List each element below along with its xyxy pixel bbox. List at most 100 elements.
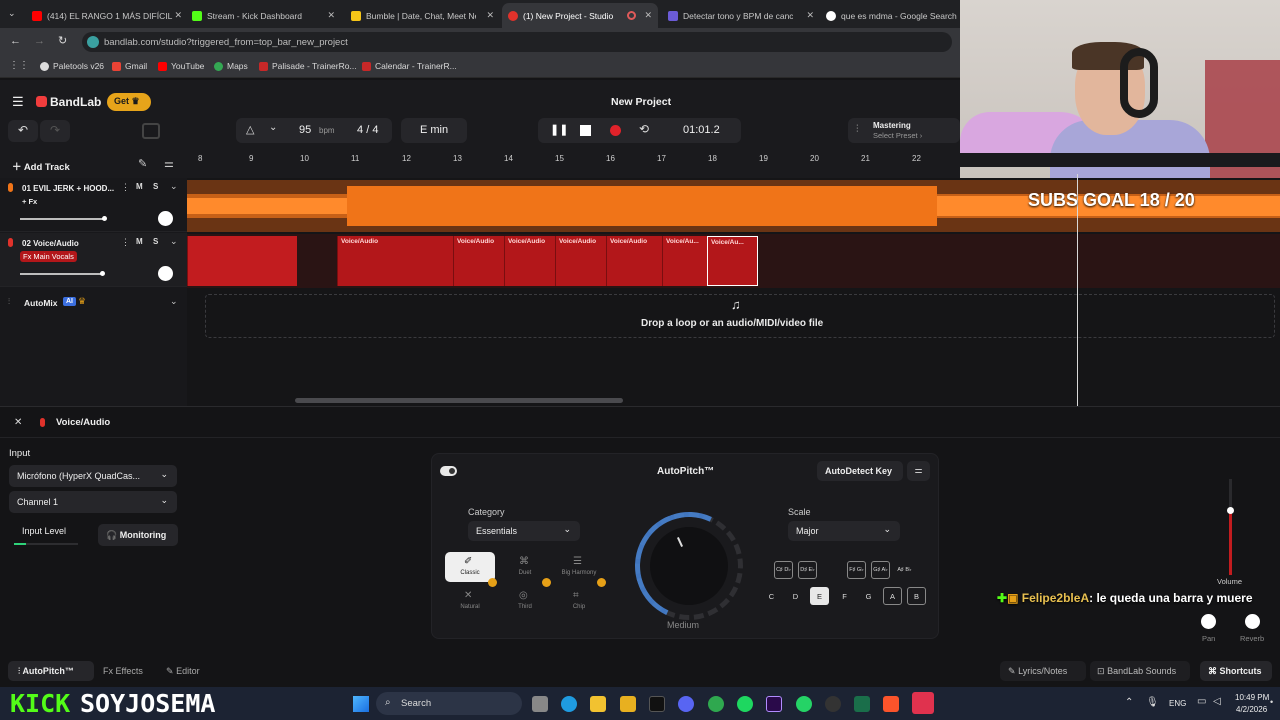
fx-button[interactable]: + Fx xyxy=(22,197,37,206)
project-title[interactable]: New Project xyxy=(611,96,671,108)
key-a[interactable]: A xyxy=(883,587,902,605)
arrangement-view[interactable]: Voice/Audio Voice/Audio Voice/Audio Voic… xyxy=(187,174,1280,406)
menu-icon[interactable]: ☰ xyxy=(12,94,24,110)
tab-editor[interactable]: ✎ Editor xyxy=(166,666,200,677)
key-c-sharp[interactable]: C♯ D♭ xyxy=(774,561,793,579)
voice-clip[interactable]: Voice/Audio xyxy=(504,236,555,286)
get-membership-button[interactable]: Get ♛ xyxy=(107,93,151,111)
stop-icon[interactable] xyxy=(580,125,591,136)
bookmark-maps[interactable]: Maps xyxy=(214,61,248,71)
preset-duet[interactable]: ⌘ Duet xyxy=(500,552,550,582)
close-icon[interactable]: ✕ xyxy=(327,10,335,21)
solo-button[interactable]: S xyxy=(153,237,158,246)
voice-clip[interactable]: Voice/Audio xyxy=(606,236,662,286)
tab-bpm[interactable]: Detectar tono y BPM de canción ✕ xyxy=(662,3,820,28)
drop-zone[interactable]: ♫ Drop a loop or an audio/MIDI/video fil… xyxy=(205,294,1275,338)
fx-chain-badge[interactable]: Fx Main Vocals xyxy=(20,251,77,262)
mute-button[interactable]: M xyxy=(136,182,143,191)
chevron-down-icon[interactable]: ⌄ xyxy=(170,296,178,307)
key-selector[interactable]: E min xyxy=(401,118,467,143)
volume-icon[interactable]: ◁ xyxy=(1213,696,1221,707)
horizontal-scrollbar[interactable] xyxy=(295,398,623,403)
taskbar-search[interactable]: ⌕ Search xyxy=(376,692,522,715)
voice-clip[interactable]: Voice/Au... xyxy=(662,236,707,286)
mic-tray-icon[interactable]: 🎙 xyxy=(1146,697,1159,708)
premiere-icon[interactable] xyxy=(766,696,782,712)
network-icon[interactable]: ▭ xyxy=(1197,696,1206,707)
more-icon[interactable]: ⋮ xyxy=(121,182,130,193)
scale-select[interactable]: Major ⌄ xyxy=(788,521,900,541)
tab-youtube[interactable]: (414) EL RANGO 1 MÁS DIFÍCIL ✕ xyxy=(26,3,188,28)
spotify-icon[interactable] xyxy=(737,696,753,712)
redo-button[interactable]: ↷ xyxy=(40,120,70,142)
bookmark-paletools[interactable]: Paletools v26 xyxy=(40,61,104,71)
tab-search-icon[interactable]: ⌄ xyxy=(8,8,16,19)
track-settings-icon[interactable]: ⚌ xyxy=(164,157,174,170)
monitoring-button[interactable]: 🎧 Monitoring xyxy=(98,524,178,546)
site-info-icon[interactable] xyxy=(87,36,99,48)
chevron-down-icon[interactable]: ⌄ xyxy=(170,181,178,192)
key-a-sharp[interactable]: A♯ B♭ xyxy=(895,561,914,579)
bookmark-gmail[interactable]: Gmail xyxy=(112,61,147,71)
key-d[interactable]: D xyxy=(786,587,805,605)
store-icon[interactable] xyxy=(620,696,636,712)
lyrics-notes-button[interactable]: ✎ Lyrics/Notes xyxy=(1000,661,1086,681)
key-b[interactable]: B xyxy=(907,587,926,605)
close-panel-icon[interactable]: ✕ xyxy=(14,417,22,428)
voice-clip[interactable]: Voice/Audio xyxy=(337,236,453,286)
volume-slider[interactable] xyxy=(20,216,107,221)
key-g-sharp[interactable]: G♯ A♭ xyxy=(871,561,890,579)
whatsapp-icon[interactable] xyxy=(796,696,812,712)
time-signature[interactable]: 4 / 4 xyxy=(357,124,378,136)
bookmark-youtube[interactable]: YouTube xyxy=(158,61,204,71)
track-name[interactable]: 01 EVIL JERK + HOOD... xyxy=(22,184,114,193)
loop-icon[interactable]: ⟲ xyxy=(639,122,649,136)
key-c[interactable]: C xyxy=(762,587,781,605)
correction-knob[interactable] xyxy=(619,496,759,636)
voice-clip[interactable] xyxy=(187,236,297,286)
bandlab-sounds-button[interactable]: ⊡ BandLab Sounds xyxy=(1090,661,1190,681)
brave-icon[interactable] xyxy=(883,696,899,712)
back-icon[interactable]: ← xyxy=(10,35,21,47)
undo-button[interactable]: ↶ xyxy=(8,120,38,142)
record-icon[interactable] xyxy=(610,125,621,136)
language-indicator[interactable]: ENG xyxy=(1169,699,1186,708)
volume-fader[interactable] xyxy=(1227,479,1234,575)
tab-bumble[interactable]: Bumble | Date, Chat, Meet New ✕ xyxy=(345,3,500,28)
clock-time[interactable]: 10:49 PM xyxy=(1235,693,1269,702)
input-device-select[interactable]: Micrófono (HyperX QuadCas... ⌄ xyxy=(9,465,177,487)
tray-chevron-icon[interactable]: ⌃ xyxy=(1125,697,1133,708)
task-view-icon[interactable] xyxy=(532,696,548,712)
mastering-button[interactable]: ⫶ Mastering Select Preset › xyxy=(848,118,960,143)
close-icon[interactable]: ✕ xyxy=(644,10,652,21)
pan-knob[interactable] xyxy=(1201,614,1216,629)
volume-slider[interactable] xyxy=(20,271,105,276)
metronome-icon[interactable]: △ xyxy=(246,123,254,136)
bpm-value[interactable]: 95 xyxy=(299,124,311,136)
bookmark-calendar[interactable]: Calendar - TrainerR... xyxy=(362,61,457,71)
preset-chip[interactable]: ⌗ Chip xyxy=(554,586,604,616)
close-icon[interactable]: ✕ xyxy=(806,10,814,21)
discord-icon[interactable] xyxy=(678,696,694,712)
timeline-ruler[interactable]: 8 9 10 11 12 13 14 15 16 17 18 19 20 21 … xyxy=(187,153,1280,167)
mute-button[interactable]: M xyxy=(136,237,143,246)
key-f[interactable]: F xyxy=(835,587,854,605)
close-icon[interactable]: ✕ xyxy=(174,10,182,21)
tab-bandlab-active[interactable]: (1) New Project - Studio ✕ xyxy=(502,3,658,28)
key-g[interactable]: G xyxy=(859,587,878,605)
key-f-sharp[interactable]: F♯ G♭ xyxy=(847,561,866,579)
more-icon[interactable]: ⋮ xyxy=(121,237,130,248)
file-explorer-icon[interactable] xyxy=(590,696,606,712)
notification-icon[interactable]: • xyxy=(1270,697,1273,707)
tab-google[interactable]: que es mdma - Google Search xyxy=(820,3,960,28)
reverb-knob[interactable] xyxy=(1245,614,1260,629)
obs-icon[interactable] xyxy=(825,696,841,712)
chrome-icon[interactable] xyxy=(708,696,724,712)
tiktok-live-icon[interactable] xyxy=(912,692,934,714)
tab-kick[interactable]: Stream - Kick Dashboard ✕ xyxy=(186,3,341,28)
key-e[interactable]: E xyxy=(810,587,829,605)
solo-button[interactable]: S xyxy=(153,182,158,191)
forward-icon[interactable]: → xyxy=(34,35,45,47)
pan-knob[interactable] xyxy=(158,211,173,226)
voice-clip[interactable]: Voice/Audio xyxy=(453,236,504,286)
